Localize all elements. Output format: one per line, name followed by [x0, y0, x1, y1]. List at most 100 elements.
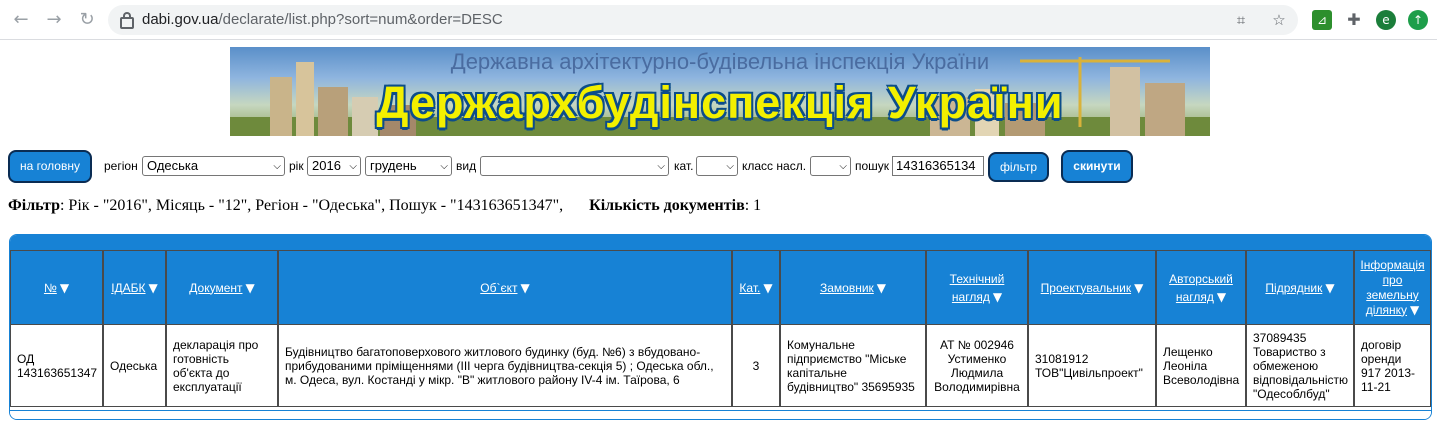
filter-summary: Фільтр: Рік - "2016", Місяць - "12", Рег…	[8, 197, 761, 215]
sort-down-icon: ▼	[148, 280, 158, 295]
month-select-value: грудень	[370, 158, 417, 173]
home-button[interactable]: на головну	[8, 150, 92, 183]
table-cell-idabk: Одеська	[103, 324, 166, 407]
sort-down-icon: ▼	[763, 280, 773, 295]
sort-down-icon: ▼	[59, 280, 70, 295]
type-label: вид	[456, 159, 477, 173]
column-header-land-label-4: ділянку	[1365, 302, 1407, 317]
column-header-contractor-label: Підрядник	[1265, 280, 1323, 295]
category-select[interactable]: ⌵	[696, 156, 738, 176]
table-cell-author-supervision: Лещенко Леоніла Всеволодівна	[1156, 324, 1246, 407]
site-banner: Державна архітектурно-будівельна інспекц…	[230, 47, 1210, 136]
column-header-num[interactable]: № ▼	[10, 250, 103, 325]
cell-customer-text: Комунальне підприємство "Міське капіталь…	[787, 337, 915, 394]
column-header-idabk[interactable]: ІДАБК ▼	[103, 250, 166, 325]
sort-down-icon: ▼	[245, 280, 255, 295]
sort-down-icon: ▼	[1409, 302, 1420, 317]
sort-down-icon: ▼	[876, 280, 887, 295]
browser-toolbar: ← → ↻ dabi.gov.ua/declarate/list.php?sor…	[0, 0, 1437, 40]
year-label: рік	[289, 159, 304, 173]
reload-icon[interactable]: ↻	[75, 8, 99, 32]
region-select-value: Одеська	[147, 158, 199, 173]
month-select[interactable]: грудень ⌵	[365, 156, 452, 176]
forward-arrow-icon[interactable]: →	[42, 8, 66, 32]
cell-cat-text: 3	[752, 358, 760, 373]
table-cell-document: декларація про готовність об'єкта до екс…	[166, 324, 278, 407]
region-select[interactable]: Одеська ⌵	[142, 156, 285, 176]
avatar-initial: e	[1382, 13, 1390, 27]
table-bottom-bar	[10, 410, 1431, 419]
table-cell-designer: 31081912 ТОВ"Цивільпроект"	[1028, 324, 1156, 407]
translate-icon[interactable]: ⌗	[1232, 11, 1250, 29]
column-header-author-supervision[interactable]: Авторський нагляд ▼	[1156, 250, 1246, 325]
reset-button[interactable]: скинути	[1061, 150, 1133, 183]
table-cell-cat: 3	[732, 324, 780, 407]
year-select-value: 2016	[312, 158, 341, 173]
chevron-down-icon: ⌵	[273, 161, 281, 172]
table-cell-object: Будівництво багатоповерхового житлового …	[278, 324, 732, 407]
column-header-customer[interactable]: Замовник ▼	[780, 250, 926, 325]
class-label: класс насл.	[742, 159, 807, 173]
column-header-land-label-1: Інформація	[1360, 257, 1425, 272]
search-label: пошук	[855, 159, 890, 173]
document-count-label: Кількість документів	[589, 197, 745, 214]
puzzle-icon[interactable]: ✚	[1344, 10, 1364, 30]
table-cell-land-info: договір оренди 917 2013-11-21	[1354, 324, 1431, 407]
category-label: кат.	[674, 159, 694, 173]
cell-document-text: декларація про готовність об'єкта до екс…	[173, 337, 259, 394]
column-header-document[interactable]: Документ ▼	[166, 250, 278, 325]
column-header-contractor[interactable]: Підрядник ▼	[1246, 250, 1354, 325]
cell-land-text: договір оренди 917 2013-11-21	[1361, 337, 1416, 394]
table-cell-num: ОД 143163651347	[10, 324, 103, 407]
banner-subtitle: Державна архітектурно-будівельна інспекц…	[450, 49, 990, 74]
banner-title: Держархбудінспекція України	[376, 77, 1064, 128]
table-cell-tech-supervision: АТ № 002946 Устименко Людмила Володимирі…	[926, 324, 1028, 407]
declarations-table: № ▼ ІДАБК ▼ Документ ▼ Об`єкт ▼ Кат. ▼ Замовн…	[9, 234, 1432, 420]
search-input[interactable]: 14316365134	[892, 156, 984, 176]
column-header-object[interactable]: Об`єкт ▼	[278, 250, 732, 325]
bookmark-star-icon[interactable]: ☆	[1270, 11, 1288, 29]
column-header-designer[interactable]: Проектувальник ▼	[1028, 250, 1156, 325]
update-icon[interactable]: ↑	[1408, 10, 1428, 30]
url-text[interactable]: dabi.gov.ua/declarate/list.php?sort=num&…	[142, 11, 503, 28]
back-arrow-icon[interactable]: ←	[9, 8, 33, 32]
filter-summary-text: : Рік - "2016", Місяць - "12", Регіон - …	[59, 197, 564, 214]
chevron-down-icon: ⌵	[839, 161, 847, 172]
column-header-author-label-1: Авторський	[1169, 271, 1233, 286]
sort-down-icon: ▼	[1216, 289, 1227, 304]
column-header-object-label: Об`єкт	[480, 280, 518, 295]
cell-idabk-text: Одеська	[110, 358, 158, 373]
sort-down-icon: ▼	[992, 289, 1003, 304]
cell-designer-text: 31081912 ТОВ"Цивільпроект"	[1035, 351, 1143, 380]
column-header-land-info[interactable]: Інформація про земельну ділянку ▼	[1354, 250, 1431, 325]
column-header-land-label-2: про	[1382, 272, 1403, 287]
column-header-cat[interactable]: Кат. ▼	[732, 250, 780, 325]
extension-icon[interactable]: ⊿	[1312, 10, 1332, 30]
filter-button[interactable]: фільтр	[988, 152, 1049, 182]
chevron-down-icon: ⌵	[440, 161, 448, 172]
sort-down-icon: ▼	[1134, 280, 1144, 295]
document-count-value: : 1	[744, 197, 762, 214]
year-select[interactable]: 2016 ⌵	[307, 156, 361, 176]
column-header-tech-label-1: Технічний	[949, 271, 1005, 286]
class-select[interactable]: ⌵	[810, 156, 851, 176]
filter-summary-label: Фільтр	[8, 197, 60, 214]
column-header-idabk-label: ІДАБК	[111, 280, 146, 295]
column-header-designer-label: Проектувальник	[1040, 280, 1132, 295]
region-label: регіон	[104, 159, 138, 173]
filter-bar: на головну регіон Одеська ⌵ рік 2016 ⌵ гру…	[0, 150, 1437, 184]
table-top-bar	[10, 235, 1431, 250]
url-path: /declarate/list.php?sort=num&order=DESC	[218, 11, 503, 28]
table-cell-customer: Комунальне підприємство "Міське капіталь…	[780, 324, 926, 407]
column-header-tech-supervision[interactable]: Технічний нагляд ▼	[926, 250, 1028, 325]
address-bar[interactable]: dabi.gov.ua/declarate/list.php?sort=num&…	[108, 5, 1298, 35]
table-cell-contractor: 37089435 Товариство з обмеженою відповід…	[1246, 324, 1354, 407]
sort-down-icon: ▼	[1325, 280, 1335, 295]
chevron-down-icon: ⌵	[349, 161, 357, 172]
column-header-document-label: Документ	[189, 280, 243, 295]
sort-down-icon: ▼	[520, 280, 530, 295]
avatar[interactable]: e	[1376, 10, 1396, 30]
cell-num-text: ОД 143163651347	[17, 351, 98, 380]
type-select[interactable]: ⌵	[480, 156, 669, 176]
url-host: dabi.gov.ua	[142, 11, 219, 28]
